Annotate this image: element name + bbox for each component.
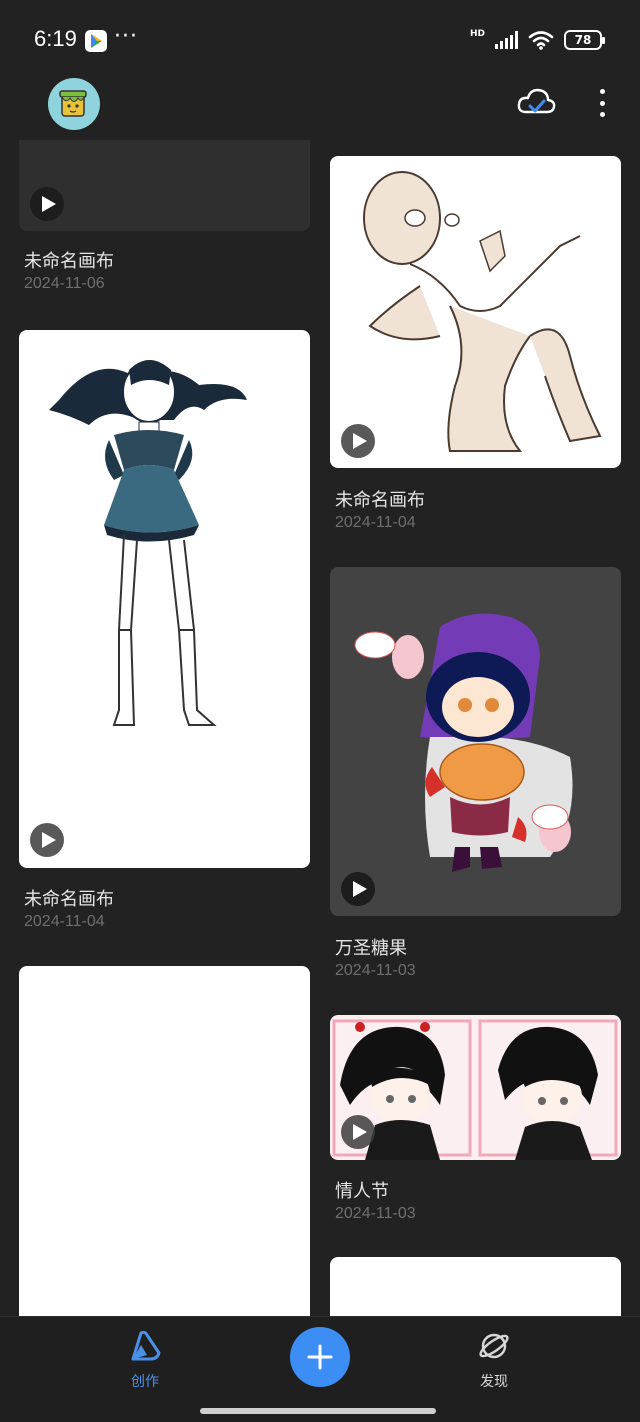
artwork-date: 2024-11-06 xyxy=(24,275,105,292)
status-time: 6:19 xyxy=(34,26,77,51)
home-indicator[interactable] xyxy=(200,1408,436,1414)
planet-discover-icon xyxy=(479,1333,509,1359)
nav-create[interactable]: 创作 xyxy=(105,1329,185,1391)
hd-indicator: HD xyxy=(469,29,485,39)
artwork-card[interactable]: 情人节 2024-11-03 xyxy=(330,1015,621,1235)
artwork-title: 情人节 xyxy=(335,1181,389,1202)
figure-sketch-illustration xyxy=(363,171,602,452)
artwork-date: 2024-11-04 xyxy=(24,913,105,930)
plus-icon xyxy=(307,1344,333,1370)
artwork-card[interactable]: 未命名画布 2024-11-06 xyxy=(19,140,310,300)
avatar[interactable] xyxy=(48,78,100,130)
artwork-card[interactable] xyxy=(330,1257,621,1316)
battery-icon: 78 xyxy=(564,30,605,50)
artwork-thumbnail[interactable] xyxy=(330,156,621,468)
artwork-thumbnail[interactable] xyxy=(19,330,310,868)
cloud-sync-check-icon xyxy=(517,88,556,114)
app-header xyxy=(0,78,640,140)
artwork-title: 未命名画布 xyxy=(24,251,114,272)
play-replay-icon[interactable] xyxy=(341,1115,375,1149)
play-store-notification-icon xyxy=(85,30,107,52)
signal-icon xyxy=(495,31,518,49)
cloud-sync-button[interactable] xyxy=(516,86,556,120)
artwork-thumbnail[interactable] xyxy=(19,966,310,1316)
more-vertical-icon xyxy=(599,89,605,94)
play-replay-icon[interactable] xyxy=(30,823,64,857)
artwork-title: 未命名画布 xyxy=(335,490,425,511)
create-brush-icon xyxy=(131,1330,161,1361)
battery-level: 78 xyxy=(574,33,592,47)
play-replay-icon[interactable] xyxy=(341,424,375,458)
halloween-chibi-illustration xyxy=(354,613,573,872)
artwork-card[interactable] xyxy=(19,966,310,1316)
artwork-grid[interactable]: 未命名画布 2024-11-06 未命名画布 2024-11-04 未命名画布 … xyxy=(0,140,640,1316)
nav-discover-label: 发现 xyxy=(480,1374,508,1390)
artwork-date: 2024-11-03 xyxy=(335,1205,416,1222)
play-replay-icon[interactable] xyxy=(30,187,64,221)
artwork-card[interactable]: 万圣糖果 2024-11-03 xyxy=(330,567,621,987)
play-replay-icon[interactable] xyxy=(341,872,375,906)
status-bar: 6:19 ··· HD 78 xyxy=(0,0,640,78)
paint-bucket-avatar-icon xyxy=(59,90,87,117)
artwork-card[interactable]: 未命名画布 2024-11-04 xyxy=(330,156,621,536)
artwork-title: 万圣糖果 xyxy=(335,938,407,959)
nav-discover[interactable]: 发现 xyxy=(454,1329,534,1391)
artwork-card[interactable]: 未命名画布 2024-11-04 xyxy=(19,330,310,940)
artwork-thumbnail[interactable] xyxy=(19,140,310,231)
artwork-title: 未命名画布 xyxy=(24,889,114,910)
artwork-date: 2024-11-04 xyxy=(335,514,416,531)
more-notifications-icon: ··· xyxy=(114,24,138,49)
more-options-button[interactable] xyxy=(590,86,614,120)
girl-sketch-illustration xyxy=(49,360,247,726)
add-canvas-button[interactable] xyxy=(290,1327,350,1387)
artwork-thumbnail[interactable] xyxy=(330,567,621,916)
nav-create-label: 创作 xyxy=(131,1374,159,1390)
artwork-thumbnail[interactable] xyxy=(330,1257,621,1316)
artwork-date: 2024-11-03 xyxy=(335,962,416,979)
wifi-icon xyxy=(528,31,554,50)
artwork-thumbnail[interactable] xyxy=(330,1015,621,1160)
bottom-navigation: 创作 发现 xyxy=(0,1316,640,1422)
